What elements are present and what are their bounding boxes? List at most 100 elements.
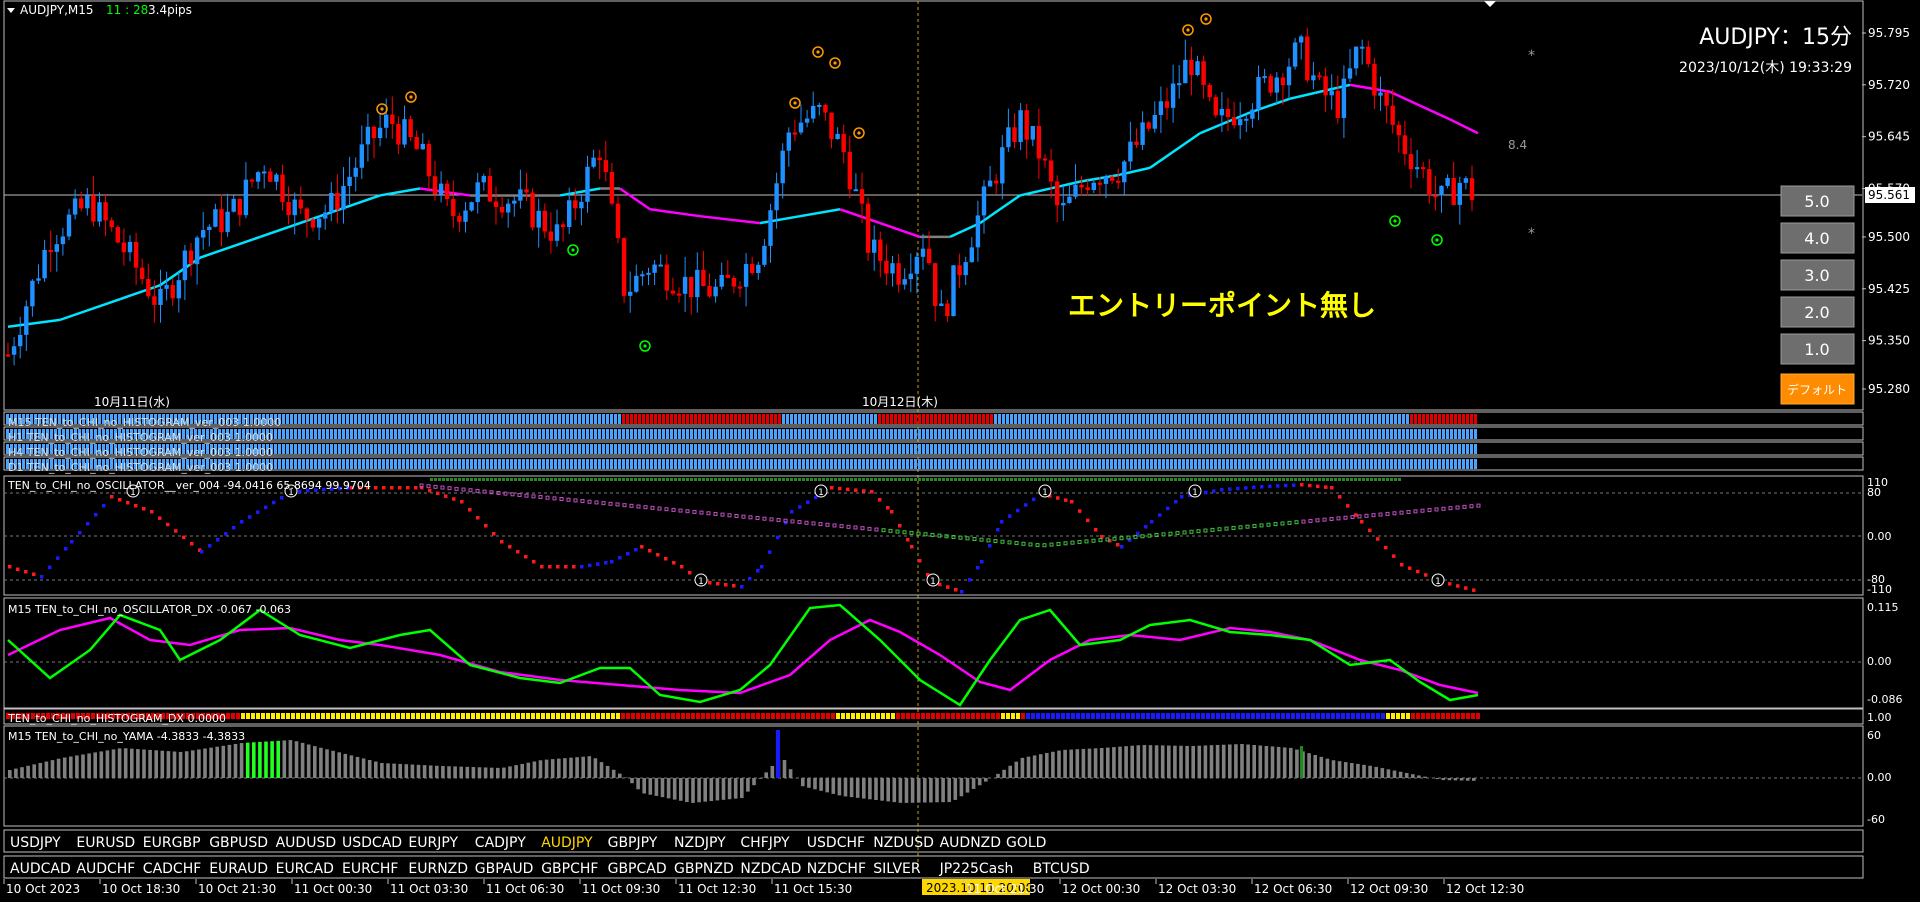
osc-top-dot [746, 478, 749, 481]
dx-histogram-bar [271, 713, 275, 719]
symbol-button-usdcad[interactable]: USDCAD [342, 835, 402, 851]
level-button-1[interactable]: 1.0 [1780, 333, 1855, 365]
histogram-bar [1182, 444, 1185, 454]
symbol-button-audusd[interactable]: AUDUSD [276, 835, 337, 851]
candle-body [1299, 36, 1304, 43]
histogram-bar [1102, 414, 1105, 424]
osc-top-dot [1050, 478, 1053, 481]
yama-bar [258, 741, 262, 778]
default-button[interactable]: デフォルト [1780, 373, 1855, 405]
histogram-bar [350, 444, 353, 454]
dx-histogram-bar [246, 713, 250, 719]
histogram-bar [962, 429, 965, 439]
symbol-button-nzdusd[interactable]: NZDUSD [873, 835, 934, 851]
candle-body [1189, 59, 1194, 76]
histogram-bar [570, 459, 573, 469]
candle-body [896, 263, 901, 285]
histogram-bar [1178, 429, 1181, 439]
symbol-button-audchf[interactable]: AUDCHF [76, 861, 135, 877]
candle-body [737, 286, 743, 289]
histogram-bar [1318, 459, 1321, 469]
symbol-button-eurgbp[interactable]: EURGBP [143, 835, 201, 851]
chart-window[interactable]: AUDJPY,M15 11 : 28 3.4pips AUDJPY：15分 20… [0, 0, 1920, 902]
histogram-bar [1218, 414, 1221, 424]
histogram-bar [702, 444, 705, 454]
histogram-bar [1014, 414, 1017, 424]
yama-bar [105, 750, 110, 778]
symbol-button-euraud[interactable]: EURAUD [209, 861, 268, 877]
histogram-bar [874, 459, 877, 469]
histogram-bar [390, 414, 393, 424]
symbol-button-eurusd[interactable]: EURUSD [76, 835, 135, 851]
histogram-bar [330, 459, 333, 469]
osc-dot [954, 588, 958, 592]
symbol-button-btcusd[interactable]: BTCUSD [1033, 861, 1090, 877]
symbol-button-audjpy[interactable]: AUDJPY [541, 835, 593, 851]
symbol-button-eurcad[interactable]: EURCAD [276, 861, 334, 877]
symbol-button-audnzd[interactable]: AUDNZD [940, 835, 1001, 851]
symbol-button-nzdchf[interactable]: NZDCHF [807, 861, 866, 877]
symbol-button-chfjpy[interactable]: CHFJPY [740, 835, 790, 851]
symbol-button-usdjpy[interactable]: USDJPY [10, 835, 61, 851]
symbol-button-gbpchf[interactable]: GBPCHF [541, 861, 598, 877]
histogram-bar [1458, 429, 1461, 439]
histogram-bar [570, 429, 573, 439]
histogram-bar [854, 459, 857, 469]
symbol-button-gbpnzd[interactable]: GBPNZD [674, 861, 734, 877]
level-button-4[interactable]: 4.0 [1780, 222, 1855, 254]
symbol-button-nzdjpy[interactable]: NZDJPY [674, 835, 726, 851]
candle-body [701, 269, 706, 286]
osc-dot [524, 555, 528, 559]
osc-top-dot [1358, 478, 1361, 481]
histogram-bar [706, 429, 709, 439]
symbol-button-gbpusd[interactable]: GBPUSD [209, 835, 268, 851]
dx-histogram-bar [991, 713, 995, 719]
symbol-button-cadchf[interactable]: CADCHF [143, 861, 202, 877]
osc-dot [1284, 483, 1288, 488]
symbol-button-eurnzd[interactable]: EURNZD [408, 861, 468, 877]
osc-signal-dot [601, 501, 606, 506]
osc-dot [540, 565, 544, 569]
histogram-bar [898, 459, 901, 469]
symbol-button-gbpaud[interactable]: GBPAUD [475, 861, 534, 877]
histogram-bar [478, 414, 481, 424]
yama-bar [178, 751, 183, 778]
histogram-bar [1178, 414, 1181, 424]
osc-signal-dot [1126, 535, 1131, 540]
symbol-button-usdchf[interactable]: USDCHF [807, 835, 865, 851]
histogram-bar [402, 414, 405, 424]
osc-dot [1070, 500, 1074, 504]
level-button-5[interactable]: 5.0 [1780, 185, 1855, 217]
symbol-button-eurchf[interactable]: EURCHF [342, 861, 398, 877]
histogram-bar [754, 459, 757, 469]
time-axis-label: 11 Oct 03:30 [390, 882, 468, 896]
histogram-bar [1330, 444, 1333, 454]
osc-top-dot [526, 478, 529, 481]
histogram-bar [674, 429, 677, 439]
osc-top-dot [602, 478, 605, 481]
osc-dot [40, 575, 44, 579]
level-button-2[interactable]: 2.0 [1780, 296, 1855, 328]
histogram-bar [518, 444, 521, 454]
histogram-bar [358, 414, 361, 424]
dx-histogram-bar [791, 713, 795, 719]
candle-body [1366, 46, 1371, 64]
symbol-button-cadjpy[interactable]: CADJPY [475, 835, 526, 851]
dx-histogram-bar [406, 713, 410, 719]
symbol-button-gbpcad[interactable]: GBPCAD [608, 861, 667, 877]
osc-top-dot [790, 478, 793, 481]
symbol-button-silver[interactable]: SILVER [873, 861, 921, 877]
level-button-3[interactable]: 3.0 [1780, 259, 1855, 291]
osc-top-dot [482, 478, 485, 481]
symbol-button-audcad[interactable]: AUDCAD [10, 861, 71, 877]
histogram-bar [298, 429, 301, 439]
histogram-bar [974, 429, 977, 439]
symbol-button-gbpjpy[interactable]: GBPJPY [608, 835, 658, 851]
histogram-bar [658, 459, 661, 469]
symbol-button-jp225cash[interactable]: JP225Cash [939, 861, 1014, 877]
histogram-bar [770, 444, 773, 454]
candle-body [933, 263, 938, 306]
symbol-button-gold[interactable]: GOLD [1006, 835, 1046, 851]
symbol-button-nzdcad[interactable]: NZDCAD [740, 861, 801, 877]
symbol-button-eurjpy[interactable]: EURJPY [408, 835, 458, 851]
